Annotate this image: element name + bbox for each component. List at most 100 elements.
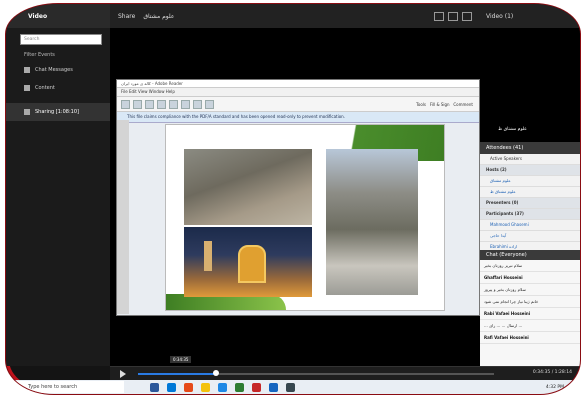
- sidebar-header: Video: [6, 4, 110, 28]
- shared-window-menu: File Edit View Window Help: [117, 88, 479, 97]
- explorer-icon[interactable]: [201, 382, 210, 392]
- chat-message: سلام تبریز روزتان بخیر: [480, 260, 580, 272]
- open-icon: [121, 99, 130, 109]
- shared-window-toolbar: Tools Fill & Sign Comment: [117, 97, 479, 112]
- chat-message: خانم ژینا نیاز چرا انجام نمی شود: [480, 296, 580, 308]
- share-panel: Share علوم مشتاق کاله ی مورد ایران - Ado…: [110, 4, 480, 366]
- edge-icon[interactable]: [167, 382, 176, 392]
- save-icon: [133, 99, 142, 109]
- sidebar-item-sharing[interactable]: Sharing [1:08:10]: [6, 103, 110, 121]
- excel-icon[interactable]: [235, 382, 244, 392]
- attendees-pod: Attendees (41) Active Speakers Hosts (2)…: [480, 142, 580, 253]
- sidebar-item-label: Content: [35, 85, 55, 91]
- video-count: (1): [504, 12, 514, 20]
- taskbar-clock: 4:32 PM: [545, 384, 564, 390]
- playback-time: 0:34:35 / 1:28:14: [532, 370, 572, 375]
- page-down-icon: [181, 99, 190, 109]
- mail-icon: [157, 99, 166, 109]
- store-icon[interactable]: [218, 382, 227, 392]
- reader-nav-pane: [117, 120, 129, 314]
- taskbar-icons: [150, 382, 295, 392]
- seek-tooltip: 0:34:35: [170, 356, 192, 363]
- sidebar-title: Video: [28, 12, 48, 20]
- shared-window-title: کاله ی مورد ایران - Adobe Reader: [117, 80, 479, 88]
- video-feed: علوم مشتاق ظ: [480, 28, 580, 142]
- options-icon[interactable]: [462, 12, 472, 21]
- share-controls: [434, 12, 472, 21]
- seek-handle[interactable]: [213, 370, 220, 376]
- events-sidebar: Video Search Filter Events Chat Messages…: [6, 4, 111, 366]
- print-icon: [145, 99, 154, 109]
- chat-icon: [24, 67, 30, 73]
- video-title: Video: [486, 12, 503, 20]
- sidebar-item-label: Sharing [1:08:10]: [35, 109, 79, 115]
- pdf-info-bar: This file claims compliance with the PDF…: [117, 112, 479, 123]
- office-icon[interactable]: [184, 382, 193, 392]
- seek-progress: [138, 373, 217, 375]
- tools-label: Tools: [416, 101, 426, 107]
- sharing-icon: [24, 109, 30, 115]
- chat-message: Rafi Vafaei Hosseini: [480, 332, 580, 344]
- sidebar-item-chat-messages[interactable]: Chat Messages: [6, 61, 110, 79]
- zoom-in-icon: [205, 99, 214, 109]
- share-header: Share علوم مشتاق: [110, 4, 480, 28]
- video-header: Video (1): [480, 4, 580, 28]
- chat-scope: (Everyone): [499, 252, 527, 258]
- attendees-count: (41): [513, 145, 524, 151]
- adobe-icon[interactable]: [252, 382, 261, 392]
- layout-icon[interactable]: [434, 12, 444, 21]
- attendees-header: Attendees (41): [480, 142, 580, 154]
- chat-header: Chat (Everyone): [480, 250, 580, 260]
- fullscreen-icon[interactable]: [448, 12, 458, 21]
- group-presenters[interactable]: Presenters (0): [480, 198, 580, 209]
- right-panels: Video (1) علوم مشتاق ظ Attendees (41) Ac…: [480, 4, 580, 366]
- group-hosts[interactable]: Hosts (2): [480, 165, 580, 176]
- share-title-value: علوم مشتاق: [143, 12, 175, 20]
- seek-bar[interactable]: [138, 370, 494, 376]
- chat-sender: Rabi Vafaei Hosseini: [484, 311, 531, 316]
- shared-screen: کاله ی مورد ایران - Adobe Reader File Ed…: [116, 79, 480, 316]
- photo-gate: [238, 245, 266, 283]
- chat-message: Rabi Vafaei Hosseini: [480, 308, 580, 320]
- photo-night-gate: [184, 227, 312, 297]
- fill-sign-label: Fill & Sign: [429, 101, 450, 107]
- presentation-slide: [165, 124, 445, 311]
- chat-sender: Rafi Vafaei Hosseini: [484, 335, 529, 340]
- comment-label: Comment: [453, 101, 473, 107]
- photo-canyon-village: [184, 149, 312, 225]
- connect-icon[interactable]: [286, 382, 295, 392]
- attendee-row[interactable]: Mahmood Ghasemi: [480, 220, 580, 231]
- photo-tower: [204, 241, 212, 271]
- chat-pod: Chat (Everyone) سلام تبریز روزتان بخیر G…: [480, 250, 580, 366]
- filter-label: Filter Events: [24, 52, 55, 58]
- playback-bar: 0:34:35 / 1:28:14: [110, 366, 580, 381]
- active-speakers[interactable]: Active Speakers: [480, 154, 580, 165]
- chat-title: Chat: [486, 252, 498, 258]
- sidebar-item-label: Chat Messages: [35, 67, 73, 73]
- play-icon[interactable]: [120, 370, 126, 378]
- attendee-row[interactable]: آیدا حاجی: [480, 231, 580, 242]
- chat-message: سلام روزتان بخیر و پیروز: [480, 284, 580, 296]
- chat-sender: Ghaffari Hosseini: [484, 275, 523, 280]
- chat-message: Ghaffari Hosseini: [480, 272, 580, 284]
- content-icon: [24, 85, 30, 91]
- chat-message: ... ارسال ... ... رای ...: [480, 320, 580, 332]
- task-view-icon[interactable]: [150, 382, 159, 392]
- zoom-out-icon: [193, 99, 202, 109]
- word-icon[interactable]: [269, 382, 278, 392]
- windows-taskbar: Type here to search 4:32 PM: [6, 380, 580, 394]
- taskbar-search[interactable]: Type here to search: [6, 381, 124, 393]
- video-participant-name: علوم مشتاق ظ: [498, 127, 527, 132]
- photo-flooded-street: [326, 149, 418, 295]
- attendees-title: Attendees: [486, 145, 512, 151]
- page-up-icon: [169, 99, 178, 109]
- attendee-row[interactable]: علوم مشتاق: [480, 176, 580, 187]
- filter-events[interactable]: Filter Events: [6, 49, 110, 61]
- share-title: Share: [118, 12, 136, 20]
- group-participants[interactable]: Participants (37): [480, 209, 580, 220]
- app-window: Video Search Filter Events Chat Messages…: [6, 4, 580, 394]
- attendee-row[interactable]: علوم مشتاق ظ: [480, 187, 580, 198]
- reader-tools: Tools Fill & Sign Comment: [416, 102, 473, 107]
- sidebar-item-content[interactable]: Content: [6, 79, 110, 97]
- search-input[interactable]: Search: [20, 34, 102, 45]
